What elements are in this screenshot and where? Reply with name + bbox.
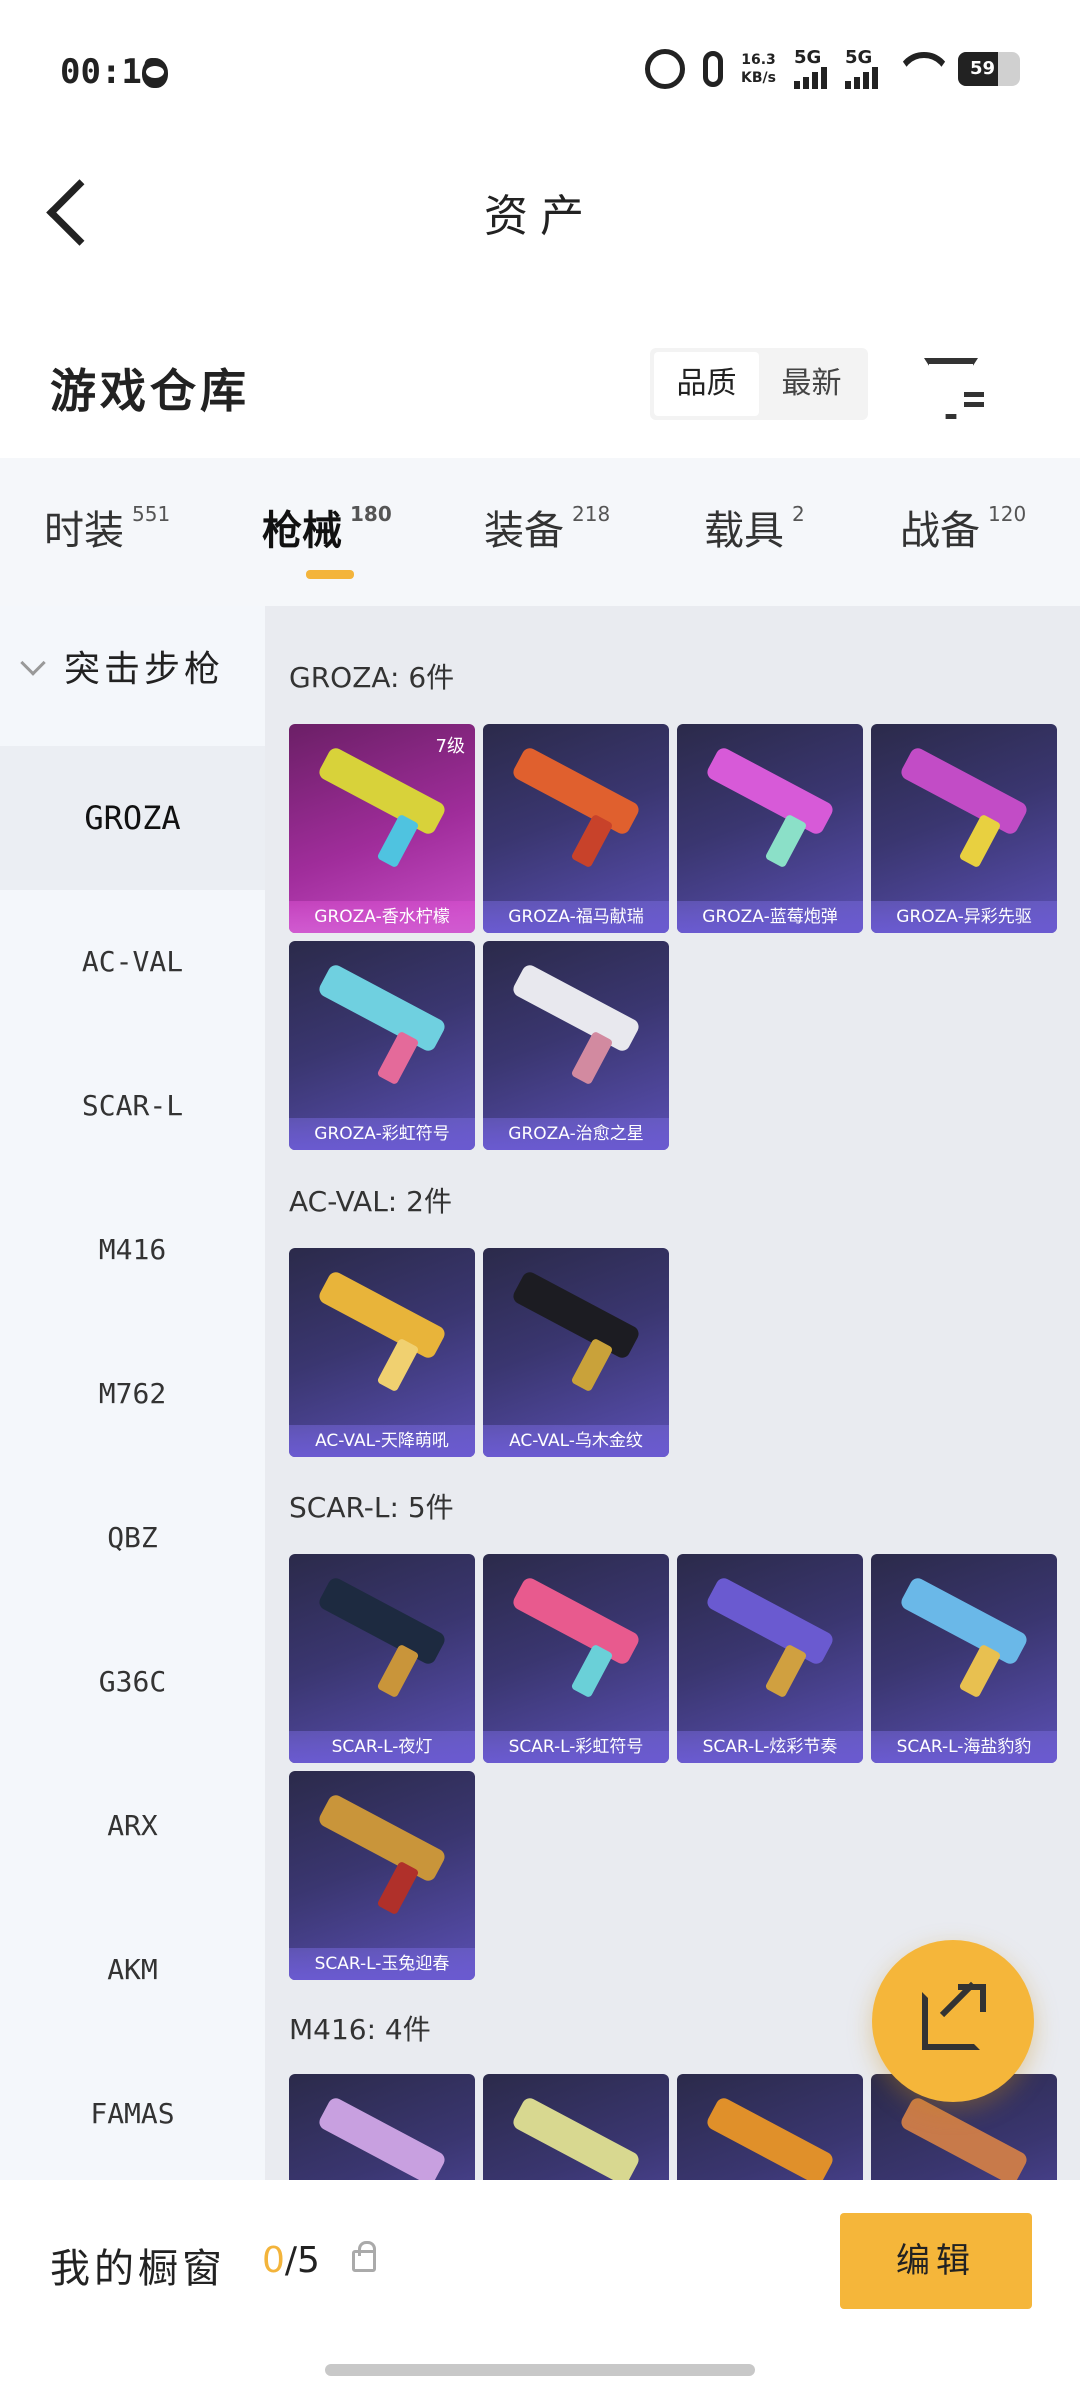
skin-card[interactable]: GROZA-治愈之星 (483, 941, 669, 1150)
group-label-groza: GROZA: 6件 (289, 661, 455, 694)
sidebar-item-g36c[interactable]: G36C (0, 1610, 265, 1754)
active-tab-indicator (306, 570, 354, 579)
sidebar-category[interactable]: 突击步枪 (0, 640, 265, 692)
chevron-down-icon (20, 650, 46, 676)
gun-image (898, 745, 1030, 837)
skin-name: SCAR-L-夜灯 (289, 1731, 475, 1763)
skin-card[interactable]: GROZA-异彩先驱 (871, 724, 1057, 933)
skin-card[interactable]: SCAR-L-彩虹符号 (483, 1554, 669, 1763)
signal-1-icon: 5G (794, 49, 827, 89)
skin-card[interactable]: AC-VAL-乌木金纹 (483, 1248, 669, 1457)
skin-name: AC-VAL-乌木金纹 (483, 1425, 669, 1457)
qq-icon (142, 58, 168, 88)
sidebar-item-m416[interactable]: M416 (0, 1178, 265, 1322)
skin-name: GROZA-治愈之星 (483, 1118, 669, 1150)
skin-name: GROZA-蓝莓炮弹 (677, 901, 863, 933)
edit-button[interactable]: 编辑 (840, 2213, 1032, 2309)
gun-image (316, 962, 448, 1054)
gun-image (316, 1575, 448, 1667)
skin-name: AC-VAL-天降萌吼 (289, 1425, 475, 1457)
gun-image (704, 2095, 836, 2180)
showcase-count: 0/5 (262, 2240, 320, 2281)
skin-name: GROZA-香水柠檬 (289, 901, 475, 933)
tab-supplies[interactable]: 战备 120 (900, 498, 1026, 556)
skin-card[interactable]: SCAR-L-炫彩节奏 (677, 1554, 863, 1763)
skin-card[interactable]: GROZA-福马献瑞 (483, 724, 669, 933)
skin-name: SCAR-L-玉兔迎春 (289, 1948, 475, 1980)
gun-image (316, 2095, 448, 2180)
gun-image (316, 1269, 448, 1361)
page-title: 资产 (484, 191, 596, 242)
gun-image (510, 745, 642, 837)
group-label-scar-l: SCAR-L: 5件 (289, 1491, 454, 1524)
gun-image (704, 745, 836, 837)
filter-icon[interactable] (920, 354, 984, 414)
skin-card[interactable]: SCAR-L-海盐豹豹 (871, 1554, 1057, 1763)
tab-equipment[interactable]: 装备 218 (484, 498, 610, 556)
status-bar: 00:18 16.3 KB/s 5G 5G 59 (0, 0, 1080, 140)
gun-image (898, 1575, 1030, 1667)
group-label-ac-val: AC-VAL: 2件 (289, 1185, 452, 1218)
net-speed: 16.3 KB/s (741, 52, 776, 86)
battery-icon: 59 (958, 52, 1020, 86)
sidebar-item-m762[interactable]: M762 (0, 1322, 265, 1466)
mic-icon (703, 51, 724, 87)
sidebar-item-groza[interactable]: GROZA (0, 746, 265, 890)
sidebar-item-ac-val[interactable]: AC-VAL (0, 890, 265, 1034)
sidebar-item-qbz[interactable]: QBZ (0, 1466, 265, 1610)
tab-fashion[interactable]: 时装 551 (44, 498, 170, 556)
skin-name: SCAR-L-炫彩节奏 (677, 1731, 863, 1763)
skin-card[interactable]: GROZA-彩虹符号 (289, 941, 475, 1150)
tab-vehicles[interactable]: 载具 2 (704, 498, 805, 556)
sort-quality-button[interactable]: 品质 (654, 352, 759, 416)
level-badge: 7级 (435, 736, 465, 757)
status-icons: 16.3 KB/s 5G 5G 59 (645, 44, 1020, 94)
skin-name: SCAR-L-彩虹符号 (483, 1731, 669, 1763)
skin-card[interactable] (483, 2074, 669, 2180)
skin-name: GROZA-彩虹符号 (289, 1118, 475, 1150)
sidebar-item-famas[interactable]: FAMAS (0, 2042, 265, 2186)
showcase-label: 我的橱窗 (50, 2246, 226, 2292)
skin-name: GROZA-异彩先驱 (871, 901, 1057, 933)
gun-image (316, 1792, 448, 1884)
skin-card[interactable]: SCAR-L-玉兔迎春 (289, 1771, 475, 1980)
sidebar-item-akm[interactable]: AKM (0, 1898, 265, 2042)
gun-image (316, 745, 448, 837)
sidebar-item-arx[interactable]: ARX (0, 1754, 265, 1898)
skin-name: GROZA-福马献瑞 (483, 901, 669, 933)
skin-card[interactable]: AC-VAL-天降萌吼 (289, 1248, 475, 1457)
sort-toggle: 品质 最新 (650, 348, 868, 420)
skin-card[interactable] (289, 2074, 475, 2180)
gun-image (510, 1575, 642, 1667)
skin-card[interactable]: SCAR-L-夜灯 (289, 1554, 475, 1763)
lock-icon (352, 2241, 376, 2272)
share-fab-button[interactable] (872, 1940, 1034, 2102)
group-label-m416: M416: 4件 (289, 2013, 431, 2046)
gun-image (510, 1269, 642, 1361)
skin-name: SCAR-L-海盐豹豹 (871, 1731, 1057, 1763)
skin-card[interactable]: 7级 GROZA-香水柠檬 (289, 724, 475, 933)
sort-newest-button[interactable]: 最新 (759, 352, 864, 416)
skin-card[interactable] (677, 2074, 863, 2180)
warehouse-title: 游戏仓库 (50, 364, 250, 418)
tab-guns[interactable]: 枪械 180 (262, 498, 392, 556)
gun-image (704, 1575, 836, 1667)
home-indicator[interactable] (325, 2364, 755, 2376)
sidebar-item-scar-l[interactable]: SCAR-L (0, 1034, 265, 1178)
gun-image (510, 962, 642, 1054)
alarm-icon (645, 49, 686, 89)
gun-image (898, 2095, 1030, 2180)
wifi-icon (896, 52, 940, 86)
gun-image (510, 2095, 642, 2180)
skin-card[interactable]: GROZA-蓝莓炮弹 (677, 724, 863, 933)
signal-2-icon: 5G (845, 49, 878, 89)
